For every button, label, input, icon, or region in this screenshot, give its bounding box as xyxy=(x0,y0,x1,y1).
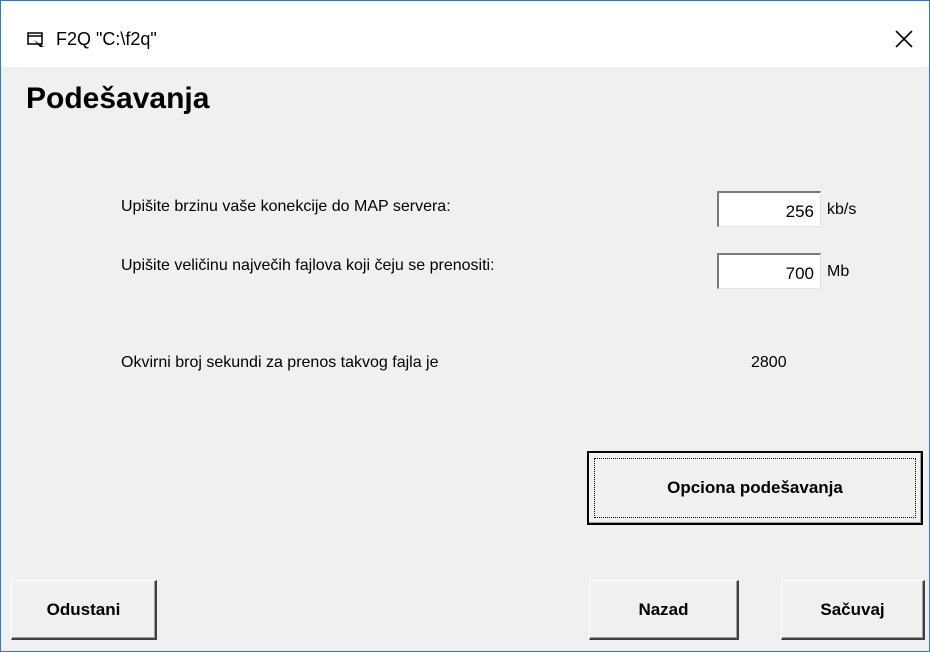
size-unit: Mb xyxy=(827,263,850,280)
app-window: F2Q "C:\f2q" Podešavanja Upišite brzinu … xyxy=(0,0,930,652)
window-app-icon xyxy=(27,32,45,48)
dialog-content: Podešavanja Upišite brzinu vaše konekcij… xyxy=(1,67,929,651)
cancel-label: Odustani xyxy=(46,599,121,619)
speed-unit: kb/s xyxy=(827,201,857,218)
cancel-button[interactable]: Odustani xyxy=(11,580,157,640)
title-bar[interactable]: F2Q "C:\f2q" xyxy=(1,1,929,67)
page-title: Podešavanja xyxy=(26,82,210,115)
size-input[interactable] xyxy=(717,253,821,289)
speed-input[interactable] xyxy=(717,191,821,227)
size-label: Upišite veličinu največih fajlova koji č… xyxy=(121,257,495,274)
save-label: Sačuvaj xyxy=(820,599,885,619)
optional-settings-button[interactable]: Opciona podešavanja xyxy=(587,451,923,525)
back-button[interactable]: Nazad xyxy=(589,580,739,640)
close-button[interactable] xyxy=(881,19,927,59)
estimate-label: Okvirni broj sekundi za prenos takvog fa… xyxy=(121,354,439,371)
back-label: Nazad xyxy=(638,599,689,619)
optional-settings-label: Opciona podešavanja xyxy=(667,478,843,497)
speed-label: Upišite brzinu vaše konekcije do MAP ser… xyxy=(121,198,451,215)
save-button[interactable]: Sačuvaj xyxy=(781,580,925,640)
close-icon xyxy=(894,29,914,49)
estimate-value: 2800 xyxy=(751,354,787,371)
window-title: F2Q "C:\f2q" xyxy=(56,29,157,49)
